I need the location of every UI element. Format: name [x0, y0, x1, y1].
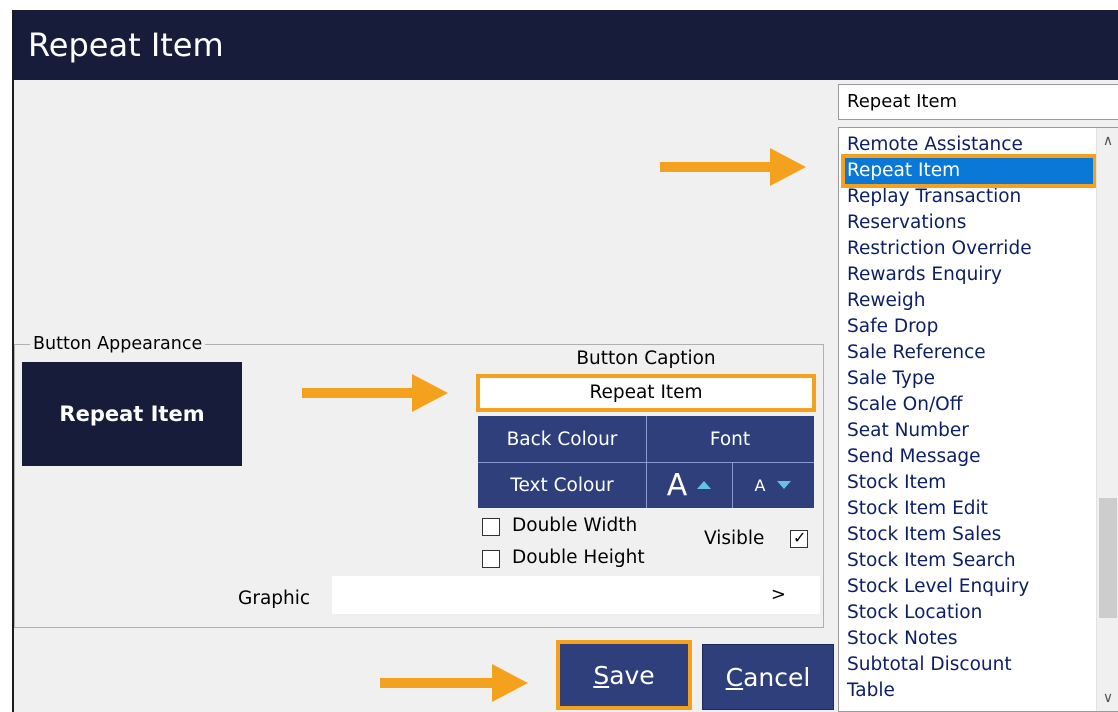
- save-button[interactable]: Save: [556, 640, 692, 710]
- graphic-browse-icon[interactable]: >: [771, 584, 786, 605]
- font-small-glyph: A: [754, 475, 766, 495]
- button-caption-input[interactable]: Repeat Item: [476, 374, 816, 412]
- function-list-scrollbar[interactable]: ∧ ∨: [1096, 128, 1118, 711]
- font-large-glyph: A: [666, 467, 688, 503]
- text-colour-label: Text Colour: [510, 474, 614, 496]
- button-caption-label: Button Caption: [576, 348, 716, 369]
- function-list-item[interactable]: Stock Location: [845, 600, 1093, 626]
- function-list-item[interactable]: Send Message: [845, 444, 1093, 470]
- cancel-mnemonic: C: [725, 662, 744, 692]
- save-label: ave: [609, 660, 655, 690]
- function-list-item[interactable]: Repeat Item: [841, 154, 1097, 188]
- function-list-item[interactable]: Rewards Enquiry: [845, 262, 1093, 288]
- triangle-down-icon: [777, 481, 792, 489]
- arrow-shaft: [380, 678, 496, 688]
- scroll-down-icon[interactable]: ∨: [1097, 687, 1118, 709]
- function-list-item[interactable]: Stock Notes: [845, 626, 1093, 652]
- function-list-item[interactable]: Sale Type: [845, 366, 1093, 392]
- function-list-item[interactable]: Reweigh: [845, 288, 1093, 314]
- function-list[interactable]: Remote Assistance Repeat Item Replay Trans…: [838, 127, 1118, 712]
- function-list-item[interactable]: Stock Item Search: [845, 548, 1093, 574]
- function-list-item[interactable]: Seat Number: [845, 418, 1093, 444]
- function-list-item[interactable]: Subtotal Discount: [845, 652, 1093, 678]
- arrow-head-icon: [412, 374, 448, 412]
- grid-divider: [646, 416, 647, 508]
- double-height-label: Double Height: [512, 547, 645, 568]
- text-colour-button[interactable]: Text Colour: [478, 462, 646, 508]
- function-list-item[interactable]: Sale Reference: [845, 340, 1093, 366]
- triangle-up-icon: [697, 481, 712, 489]
- button-preview: Repeat Item: [22, 362, 242, 466]
- function-list-items: Remote Assistance Repeat Item Replay Trans…: [841, 132, 1097, 704]
- visible-label: Visible: [704, 528, 765, 549]
- back-colour-button[interactable]: Back Colour: [478, 416, 646, 462]
- arrow-head-icon: [770, 148, 806, 186]
- function-list-item[interactable]: Restriction Override: [845, 236, 1093, 262]
- button-preview-label: Repeat Item: [59, 402, 205, 426]
- cancel-label: ancel: [743, 662, 811, 692]
- checkmark-icon: ✓: [793, 528, 807, 547]
- function-list-item[interactable]: Stock Item: [845, 470, 1093, 496]
- double-width-checkbox[interactable]: [482, 518, 500, 536]
- function-list-item[interactable]: Stock Item Sales: [845, 522, 1093, 548]
- scroll-thumb[interactable]: [1099, 498, 1117, 618]
- appearance-controls: Back Colour Font Text Colour A A: [478, 416, 814, 508]
- graphic-field[interactable]: >: [332, 576, 820, 614]
- font-label: Font: [709, 428, 751, 450]
- double-height-checkbox[interactable]: [482, 550, 500, 568]
- back-colour-label: Back Colour: [506, 428, 618, 450]
- grid-divider: [732, 462, 733, 508]
- scroll-up-icon[interactable]: ∧: [1097, 130, 1118, 152]
- function-search-input[interactable]: Repeat Item: [838, 84, 1118, 120]
- function-list-item[interactable]: Table: [845, 678, 1093, 704]
- visible-checkbox[interactable]: ✓: [790, 528, 808, 548]
- arrow-shaft: [302, 388, 416, 398]
- button-appearance-legend: Button Appearance: [30, 334, 206, 354]
- function-list-item[interactable]: Safe Drop: [845, 314, 1093, 340]
- cancel-button[interactable]: Cancel: [702, 644, 834, 710]
- function-list-item[interactable]: Reservations: [845, 210, 1093, 236]
- function-list-item[interactable]: Replay Transaction: [845, 184, 1093, 210]
- arrow-head-icon: [492, 664, 528, 702]
- arrow-shaft: [660, 162, 774, 172]
- save-mnemonic: S: [593, 660, 610, 690]
- function-list-item[interactable]: Remote Assistance: [845, 132, 1093, 158]
- function-list-item[interactable]: Stock Level Enquiry: [845, 574, 1093, 600]
- function-list-item[interactable]: Stock Item Edit: [845, 496, 1093, 522]
- font-size-decrease-button[interactable]: A: [732, 462, 814, 508]
- font-size-increase-button[interactable]: A: [646, 462, 732, 508]
- double-width-label: Double Width: [512, 515, 638, 536]
- graphic-label: Graphic: [238, 588, 311, 609]
- repeat-item-window: Repeat Item Repeat Item Remote Assistanc…: [12, 10, 1118, 712]
- function-list-item[interactable]: Scale On/Off: [845, 392, 1093, 418]
- font-button[interactable]: Font: [646, 416, 814, 462]
- window-title: Repeat Item: [14, 10, 1118, 80]
